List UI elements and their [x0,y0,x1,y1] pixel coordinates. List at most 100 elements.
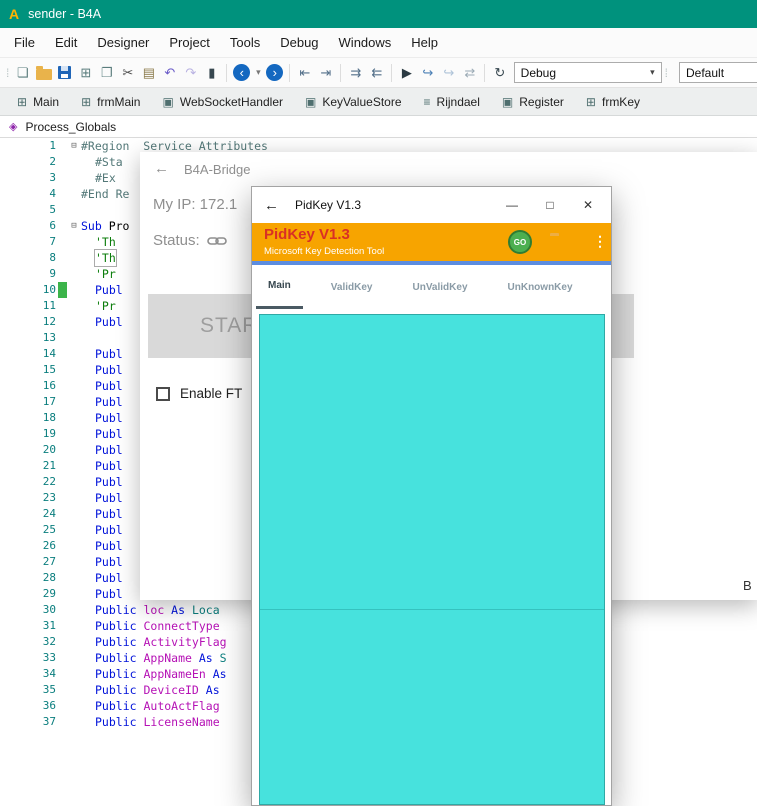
toolbar-separator [484,64,485,82]
tab-frmkey[interactable]: ⊞frmKey [575,88,651,115]
line-number[interactable]: 17 [0,394,56,410]
step-over-icon[interactable]: ↪ [438,62,459,84]
open-folder-icon[interactable] [33,62,54,84]
line-number[interactable]: 18 [0,410,56,426]
minimize-button[interactable]: — [493,187,531,223]
line-number[interactable]: 10 [0,282,56,298]
undo-icon[interactable]: ↶ [159,62,180,84]
resume-icon[interactable]: ↪ [417,62,438,84]
back-arrow-icon[interactable]: ← [154,160,169,177]
navigate-back-icon[interactable]: ‹ [231,62,252,84]
save-icon[interactable] [54,62,75,84]
line-number[interactable]: 32 [0,634,56,650]
line-number[interactable]: 6 [0,218,56,234]
tab-keyvaluestore[interactable]: ▣KeyValueStore [294,88,413,115]
comment-icon[interactable]: ⇉ [345,62,366,84]
line-number[interactable]: 12 [0,314,56,330]
toolbar-drag-handle-icon: ⁞ [665,66,668,80]
pidkey-tab-unvalidkey[interactable]: UnValidKey [400,265,479,309]
navigate-forward-icon[interactable]: › [264,62,285,84]
line-number[interactable]: 15 [0,362,56,378]
pidkey-tab-validkey[interactable]: ValidKey [319,265,385,309]
overflow-menu-icon[interactable]: ⋮ [593,233,607,250]
redo-icon[interactable]: ↷ [180,62,201,84]
copy-icon[interactable]: ❐ [96,62,117,84]
close-button[interactable]: ✕ [569,187,607,223]
line-number[interactable]: 13 [0,330,56,346]
tab-label: Main [33,95,59,109]
line-number[interactable]: 11 [0,298,56,314]
enable-ftp-row[interactable]: Enable FT [156,386,242,401]
line-number[interactable]: 26 [0,538,56,554]
paste-icon[interactable]: ▤ [138,62,159,84]
line-number[interactable]: 20 [0,442,56,458]
menu-tools[interactable]: Tools [220,35,270,50]
line-number[interactable]: 35 [0,682,56,698]
pidkey-tab-bar: Main ValidKey UnValidKey UnKnownKey [252,265,611,309]
breadcrumb[interactable]: ◈ Process_Globals [0,116,757,138]
line-number[interactable]: 31 [0,618,56,634]
outdent-icon[interactable]: ⇤ [294,62,315,84]
menu-windows[interactable]: Windows [329,35,402,50]
pidkey-tab-unknownkey[interactable]: UnKnownKey [496,265,585,309]
fold-space [67,650,81,666]
ftp-checkbox[interactable] [156,387,170,401]
menu-file[interactable]: File [4,35,45,50]
line-number[interactable]: 22 [0,474,56,490]
line-number[interactable]: 2 [0,154,56,170]
menu-help[interactable]: Help [401,35,448,50]
line-number[interactable]: 29 [0,586,56,602]
run-icon[interactable]: ▶ [396,62,417,84]
menu-project[interactable]: Project [159,35,219,50]
line-number[interactable]: 24 [0,506,56,522]
tab-websockethandler[interactable]: ▣WebSocketHandler [151,88,294,115]
key-output-textarea[interactable] [259,314,605,805]
maximize-button[interactable]: □ [531,187,569,223]
menu-edit[interactable]: Edit [45,35,87,50]
line-number[interactable]: 3 [0,170,56,186]
line-number[interactable]: 7 [0,234,56,250]
line-number[interactable]: 27 [0,554,56,570]
fold-toggle-icon[interactable]: ⊟ [67,138,81,154]
build-configuration-select[interactable]: Debug ▾ [514,62,662,83]
tab-register[interactable]: ▣Register [491,88,575,115]
designer-icon[interactable]: ⊞ [75,62,96,84]
line-number[interactable]: 8 [0,250,56,266]
line-number[interactable]: 28 [0,570,56,586]
menu-debug[interactable]: Debug [270,35,328,50]
line-number[interactable]: 37 [0,714,56,730]
menu-designer[interactable]: Designer [87,35,159,50]
layout-variant-select[interactable]: Default ▾ [679,62,757,83]
tab-main[interactable]: ⊞Main [6,88,70,115]
gutter-space [58,682,67,698]
compare-icon[interactable]: ⇄ [459,62,480,84]
line-number[interactable]: 16 [0,378,56,394]
line-number[interactable]: 34 [0,666,56,682]
line-number[interactable]: 23 [0,490,56,506]
line-number[interactable]: 14 [0,346,56,362]
tab-frmmain[interactable]: ⊞frmMain [70,88,151,115]
line-number[interactable]: 30 [0,602,56,618]
line-number[interactable]: 9 [0,266,56,282]
pidkey-tab-main[interactable]: Main [256,265,303,309]
back-history-caret-icon[interactable]: ▾ [252,62,264,84]
line-number[interactable]: 5 [0,202,56,218]
tab-rijndael[interactable]: ≡Rijndael [413,88,491,115]
line-number[interactable]: 25 [0,522,56,538]
fold-toggle-icon[interactable]: ⊟ [67,218,81,234]
line-number[interactable]: 1 [0,138,56,154]
line-number[interactable]: 4 [0,186,56,202]
go-button[interactable]: GO [508,230,532,254]
line-number[interactable]: 19 [0,426,56,442]
line-number[interactable]: 33 [0,650,56,666]
back-arrow-icon[interactable]: ← [264,197,279,214]
rebuild-icon[interactable]: ↻ [489,62,510,84]
new-file-icon[interactable]: ❏ [12,62,33,84]
uncomment-icon[interactable]: ⇇ [366,62,387,84]
bookmark-icon[interactable]: ▮ [201,62,222,84]
indent-icon[interactable]: ⇥ [315,62,336,84]
line-number[interactable]: 36 [0,698,56,714]
bridge-window-title: B4A-Bridge [184,162,250,177]
line-number[interactable]: 21 [0,458,56,474]
cut-icon[interactable]: ✂ [117,62,138,84]
